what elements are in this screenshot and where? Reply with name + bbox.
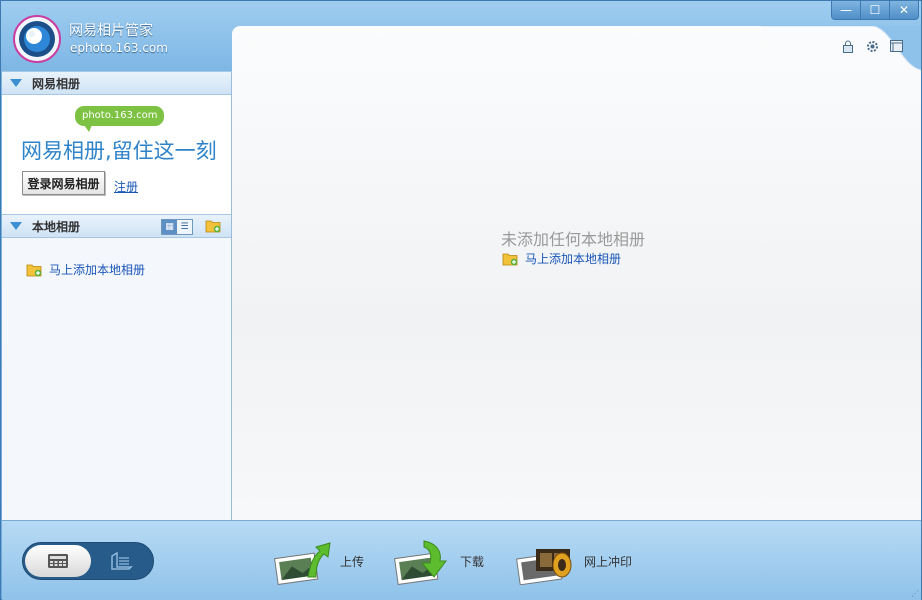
upload-icon — [274, 542, 331, 585]
netease-album-header-label: 网易相册 — [32, 76, 81, 91]
upload-label: 上传 — [340, 554, 365, 569]
app-title: 网易相片管家 — [69, 23, 153, 39]
view-mode-toggle: ▦ ☰ — [161, 219, 193, 235]
minimize-button[interactable]: — — [831, 1, 861, 20]
bottom-toolbar: 上传 下载 网上冲印 ⋰ — [2, 520, 921, 600]
maximize-button[interactable]: ☐ — [860, 1, 890, 20]
window-controls: — ☐ ✕ — [831, 1, 919, 20]
add-folder-icon — [26, 264, 42, 276]
download-icon — [394, 540, 447, 585]
mode-toggle[interactable] — [22, 542, 154, 580]
layout-icon[interactable] — [889, 39, 903, 53]
gear-icon[interactable] — [865, 39, 879, 53]
login-netease-button[interactable]: 登录网易相册 — [22, 171, 105, 195]
sidebar-add-local-album-label: 马上添加本地相册 — [49, 263, 146, 277]
sidebar-add-local-album[interactable]: 马上添加本地相册 — [26, 261, 145, 278]
online-print-label: 网上冲印 — [584, 554, 633, 569]
sidebar: 网易相册 photo.163.com 网易相册,留住这一刻 登录网易相册 注册 … — [2, 71, 232, 520]
film-roll-icon — [516, 549, 572, 585]
list-view-icon[interactable]: ☰ — [177, 220, 192, 234]
local-album-header-label: 本地相册 — [32, 219, 81, 234]
calculator-icon — [48, 554, 68, 568]
local-album-header[interactable]: 本地相册 ▦ ☰ — [2, 214, 231, 238]
photo-site-bubble: photo.163.com — [75, 106, 165, 132]
upload-button[interactable]: 上传 — [272, 537, 364, 585]
download-button[interactable]: 下载 — [392, 537, 484, 585]
main-add-local-album-label: 马上添加本地相册 — [525, 252, 622, 266]
add-folder-icon[interactable] — [205, 219, 221, 233]
app-logo-icon — [13, 15, 61, 63]
resize-grip-icon[interactable]: ⋰ — [911, 589, 919, 598]
online-print-button[interactable]: 网上冲印 — [516, 537, 632, 585]
app-domain: ephoto.163.com — [70, 41, 168, 55]
collapse-triangle-icon — [10, 222, 22, 230]
local-mode-knob[interactable] — [25, 545, 91, 577]
empty-state-title: 未添加任何本地相册 — [501, 230, 646, 249]
app-window: 网易相片管家 ephoto.163.com — ☐ ✕ 网易相册 photo.1… — [0, 0, 922, 600]
download-label: 下载 — [460, 554, 485, 569]
close-button[interactable]: ✕ — [889, 1, 919, 20]
lock-icon[interactable] — [841, 39, 855, 53]
promo-slogan: 网易相册,留住这一刻 — [21, 139, 217, 163]
main-add-local-album[interactable]: 马上添加本地相册 — [502, 250, 621, 267]
collapse-triangle-icon — [10, 79, 22, 87]
online-mode-icon[interactable] — [109, 551, 133, 574]
netease-promo: photo.163.com 网易相册,留住这一刻 — [2, 95, 231, 214]
register-link[interactable]: 注册 — [114, 178, 138, 195]
main-panel: 未添加任何本地相册 马上添加本地相册 — [232, 26, 921, 520]
thumbnail-view-icon[interactable]: ▦ — [162, 220, 177, 234]
netease-album-header[interactable]: 网易相册 — [2, 71, 231, 95]
top-toolbar — [841, 39, 903, 53]
add-folder-icon — [502, 253, 518, 265]
